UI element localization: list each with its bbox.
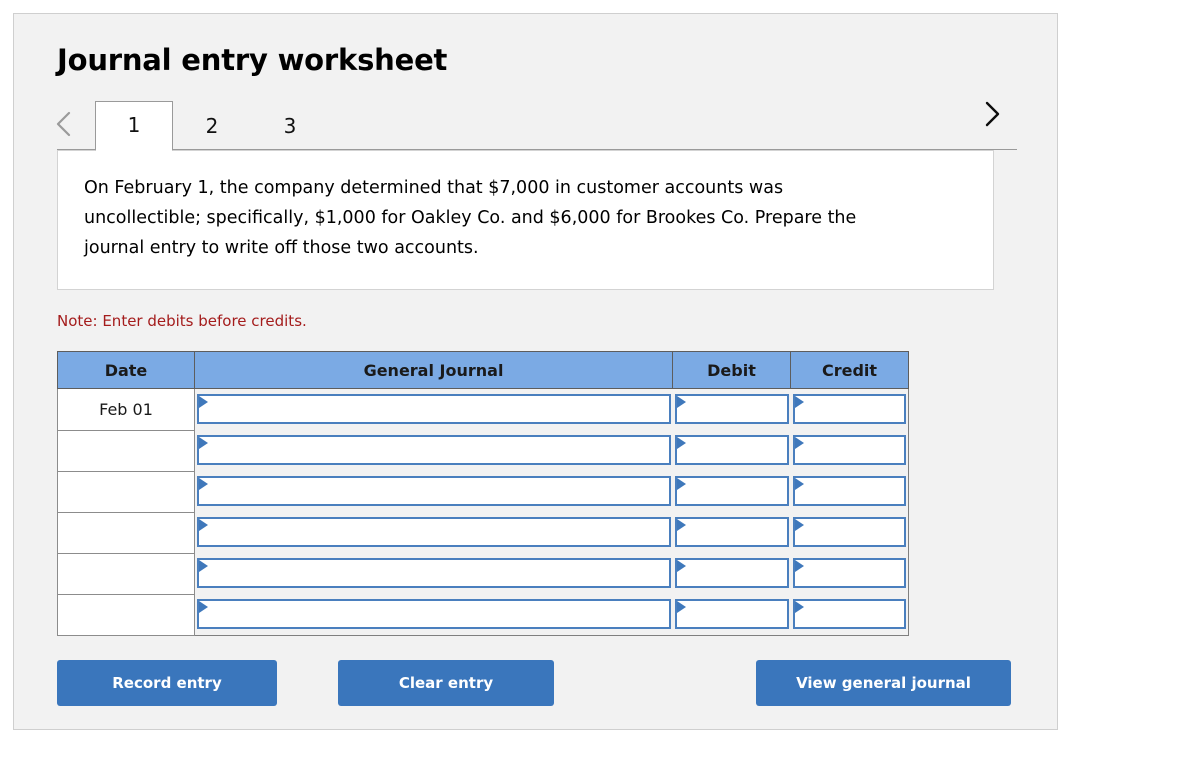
credit-cell <box>790 388 909 430</box>
general-journal-cell <box>194 430 673 471</box>
debits-before-credits-note: Note: Enter debits before credits. <box>57 312 307 330</box>
credit-input-row-2[interactable] <box>792 435 906 465</box>
column-header-credit: Credit <box>790 351 909 389</box>
worksheet-content: Journal entry worksheet 1 2 3 On Februar… <box>56 42 1017 706</box>
debit-cell <box>672 594 791 636</box>
credit-cell <box>790 553 909 594</box>
date-cell <box>57 429 195 472</box>
column-header-date: Date <box>57 351 195 389</box>
credit-cell <box>790 430 909 471</box>
debit-input-row-2[interactable] <box>674 435 789 465</box>
table-row: Feb 01 <box>57 388 909 431</box>
view-general-journal-button[interactable]: View general journal <box>756 660 1011 706</box>
tab-2[interactable]: 2 <box>173 102 251 150</box>
column-header-debit: Debit <box>672 351 791 389</box>
tab-list: 1 2 3 <box>95 101 329 151</box>
credit-input-row-6[interactable] <box>792 599 906 629</box>
debit-input-row-3[interactable] <box>674 476 789 506</box>
date-cell <box>57 470 195 513</box>
date-cell <box>57 552 195 595</box>
general-journal-input-row-6[interactable] <box>197 599 671 629</box>
table-row <box>57 552 909 595</box>
table-row <box>57 511 909 554</box>
chevron-left-icon[interactable] <box>47 98 81 150</box>
credit-input-row-3[interactable] <box>792 476 906 506</box>
date-cell <box>57 593 195 636</box>
worksheet-card: Journal entry worksheet 1 2 3 On Februar… <box>13 13 1058 730</box>
debit-cell <box>672 553 791 594</box>
date-cell: Feb 01 <box>57 388 195 431</box>
chevron-right-icon[interactable] <box>975 88 1009 140</box>
general-journal-input-row-5[interactable] <box>197 558 671 588</box>
credit-input-row-5[interactable] <box>792 558 906 588</box>
general-journal-cell <box>194 512 673 553</box>
general-journal-input-row-4[interactable] <box>197 517 671 547</box>
credit-input-row-4[interactable] <box>792 517 906 547</box>
debit-input-row-5[interactable] <box>674 558 789 588</box>
general-journal-cell <box>194 471 673 512</box>
journal-entry-table: Date General Journal Debit Credit Feb 01 <box>57 351 909 636</box>
action-buttons: Record entry Clear entry View general jo… <box>57 660 1012 706</box>
debit-input-row-6[interactable] <box>674 599 789 629</box>
clear-entry-button[interactable]: Clear entry <box>338 660 554 706</box>
debit-input-row-1[interactable] <box>674 394 789 424</box>
page-title: Journal entry worksheet <box>57 43 448 77</box>
general-journal-cell <box>194 553 673 594</box>
credit-cell <box>790 594 909 636</box>
debit-cell <box>672 388 791 430</box>
credit-cell <box>790 471 909 512</box>
credit-cell <box>790 512 909 553</box>
table-row <box>57 593 909 636</box>
debit-input-row-4[interactable] <box>674 517 789 547</box>
general-journal-input-row-2[interactable] <box>197 435 671 465</box>
debit-cell <box>672 512 791 553</box>
general-journal-input-row-1[interactable] <box>197 394 671 424</box>
question-panel: On February 1, the company determined th… <box>57 150 994 290</box>
general-journal-cell <box>194 594 673 636</box>
worksheet-tabs: 1 2 3 <box>56 96 1017 151</box>
general-journal-input-row-3[interactable] <box>197 476 671 506</box>
question-text: On February 1, the company determined th… <box>84 178 857 258</box>
tab-1[interactable]: 1 <box>95 101 173 151</box>
debit-cell <box>672 430 791 471</box>
debit-cell <box>672 471 791 512</box>
table-header-row: Date General Journal Debit Credit <box>57 351 909 389</box>
tab-3[interactable]: 3 <box>251 102 329 150</box>
general-journal-cell <box>194 388 673 430</box>
date-cell <box>57 511 195 554</box>
table-row <box>57 429 909 472</box>
record-entry-button[interactable]: Record entry <box>57 660 277 706</box>
table-row <box>57 470 909 513</box>
credit-input-row-1[interactable] <box>792 394 906 424</box>
column-header-general-journal: General Journal <box>194 351 673 389</box>
